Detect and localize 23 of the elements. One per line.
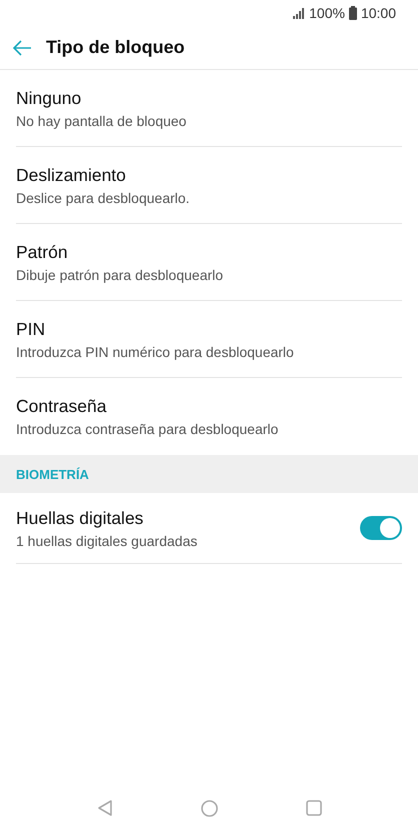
- option-description: Deslice para desbloquearlo.: [16, 190, 191, 206]
- clock-time: 10:00: [360, 5, 396, 21]
- option-description: No hay pantalla de bloqueo: [16, 112, 188, 128]
- option-title[interactable]: Contraseña: [16, 396, 402, 416]
- option-title[interactable]: Huellas digitales: [16, 508, 360, 528]
- option-title[interactable]: PIN: [16, 318, 402, 340]
- option-title[interactable]: Ninguno: [16, 88, 402, 108]
- recents-icon[interactable]: [306, 800, 322, 816]
- option-description: Introduzca PIN numérico para desbloquearlo: [16, 344, 295, 360]
- option-description: Introduzca contraseña para desbloquearlo: [16, 420, 280, 436]
- battery-icon: [348, 6, 357, 20]
- toggle-switch[interactable]: [360, 516, 402, 540]
- option-description: 1 huellas digitales guardadas: [16, 532, 198, 548]
- page-title: Tipo de bloqueo: [46, 37, 185, 58]
- signal-icon: [293, 8, 306, 18]
- section-header: BIOMETRÍA: [16, 466, 89, 482]
- battery-percent: 100%: [309, 5, 345, 21]
- option-description: Dibuje patrón para desbloquearlo: [16, 266, 224, 282]
- back-icon[interactable]: [96, 799, 112, 817]
- option-title[interactable]: Deslizamiento: [16, 164, 402, 186]
- back-button[interactable]: [12, 40, 32, 56]
- option-title[interactable]: Patrón: [16, 242, 402, 262]
- home-icon[interactable]: [200, 800, 218, 816]
